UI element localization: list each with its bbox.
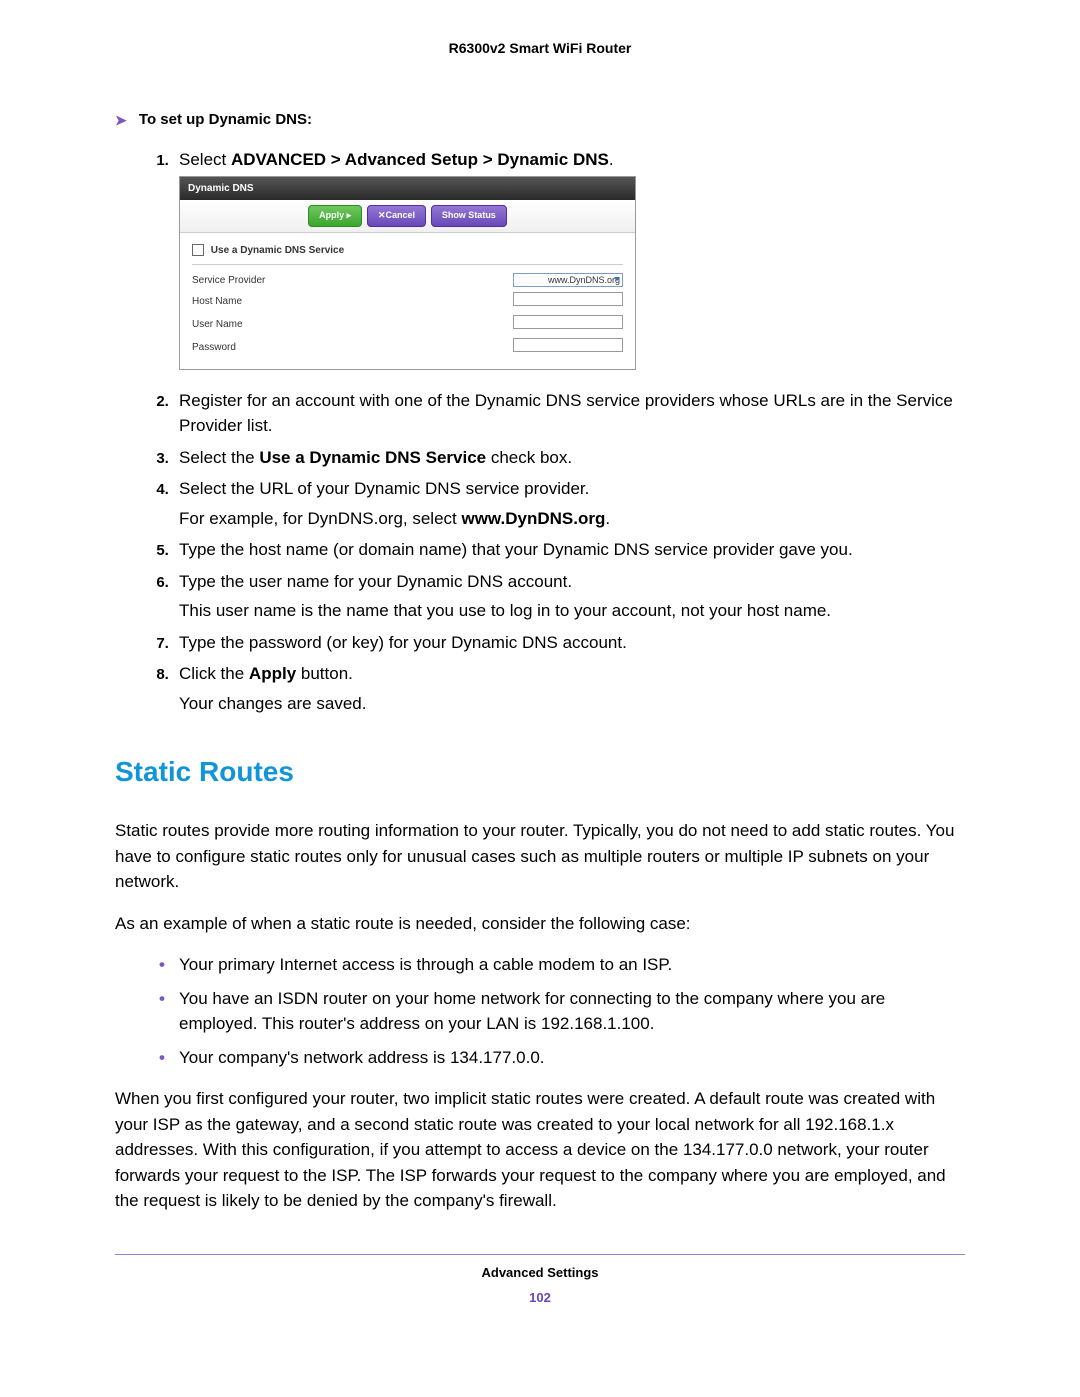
panel-title: Dynamic DNS bbox=[180, 177, 635, 200]
username-label: User Name bbox=[192, 313, 364, 336]
hostname-label: Host Name bbox=[192, 290, 364, 313]
step-8: Click the Apply button. Your changes are… bbox=[173, 661, 965, 716]
chevron-right-icon: ➤ bbox=[115, 112, 127, 129]
procedure-heading: ➤ To set up Dynamic DNS: bbox=[115, 111, 965, 129]
username-input[interactable] bbox=[513, 315, 623, 329]
document-page: R6300v2 Smart WiFi Router ➤ To set up Dy… bbox=[0, 0, 1080, 1365]
document-header: R6300v2 Smart WiFi Router bbox=[115, 40, 965, 56]
cancel-button[interactable]: ✕Cancel bbox=[367, 205, 426, 227]
paragraph: When you first configured your router, t… bbox=[115, 1086, 965, 1214]
section-heading-static-routes: Static Routes bbox=[115, 756, 965, 788]
step-3: Select the Use a Dynamic DNS Service che… bbox=[173, 445, 965, 471]
step-7: Type the password (or key) for your Dyna… bbox=[173, 630, 965, 656]
step-4: Select the URL of your Dynamic DNS servi… bbox=[173, 476, 965, 531]
hostname-input[interactable] bbox=[513, 292, 623, 306]
list-item: You have an ISDN router on your home net… bbox=[159, 986, 965, 1037]
ddns-checkbox-row: Use a Dynamic DNS Service bbox=[192, 239, 623, 265]
list-item: Your company's network address is 134.17… bbox=[159, 1045, 965, 1071]
step-2: Register for an account with one of the … bbox=[173, 388, 965, 439]
ddns-form: Service Provider www.DynDNS.org Host Nam… bbox=[192, 271, 623, 359]
step-5: Type the host name (or domain name) that… bbox=[173, 537, 965, 563]
show-status-button[interactable]: Show Status bbox=[431, 205, 507, 227]
bullet-list: Your primary Internet access is through … bbox=[115, 952, 965, 1070]
footer-separator bbox=[115, 1254, 965, 1255]
procedure-heading-text: To set up Dynamic DNS: bbox=[139, 111, 312, 128]
ddns-checkbox[interactable] bbox=[192, 244, 204, 256]
list-item: Your primary Internet access is through … bbox=[159, 952, 965, 978]
provider-select[interactable]: www.DynDNS.org bbox=[513, 273, 623, 287]
step-1: Select ADVANCED > Advanced Setup > Dynam… bbox=[173, 147, 965, 370]
apply-button[interactable]: Apply ▸ bbox=[308, 205, 362, 227]
paragraph: As an example of when a static route is … bbox=[115, 911, 965, 937]
page-number: 102 bbox=[115, 1290, 965, 1305]
panel-toolbar: Apply ▸ ✕Cancel Show Status bbox=[180, 200, 635, 233]
password-label: Password bbox=[192, 336, 364, 359]
ddns-checkbox-label: Use a Dynamic DNS Service bbox=[211, 245, 344, 256]
step-6: Type the user name for your Dynamic DNS … bbox=[173, 569, 965, 624]
password-input[interactable] bbox=[513, 338, 623, 352]
embedded-screenshot: Dynamic DNS Apply ▸ ✕Cancel Show Status … bbox=[179, 176, 965, 370]
step-list: Select ADVANCED > Advanced Setup > Dynam… bbox=[115, 147, 965, 717]
provider-label: Service Provider bbox=[192, 271, 364, 290]
footer-section-title: Advanced Settings bbox=[115, 1265, 965, 1280]
paragraph: Static routes provide more routing infor… bbox=[115, 818, 965, 895]
